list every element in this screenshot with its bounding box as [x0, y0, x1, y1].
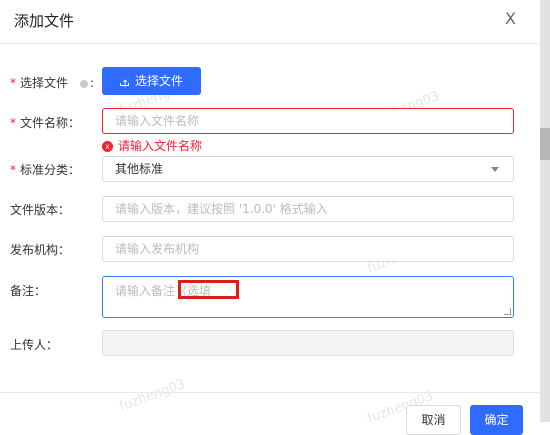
resize-handle[interactable]	[504, 308, 511, 315]
version-label: 文件版本：	[10, 203, 71, 217]
category-select-value: 其他标准	[115, 162, 164, 176]
dialog-header: 添加文件 X	[0, 0, 540, 44]
uploader-label: 上传人：	[10, 338, 59, 352]
file-name-input[interactable]: 请输入文件名称	[102, 108, 514, 134]
file-name-error: x 请输入文件名称	[102, 137, 202, 154]
highlight-annotation	[178, 280, 239, 299]
add-file-dialog: 添加文件 X fuzheng03 fuzheng03 fuzheng03 fuz…	[0, 0, 540, 435]
chevron-down-icon	[491, 167, 499, 172]
category-label-text: 标准分类：	[20, 163, 81, 177]
upload-icon	[119, 71, 129, 99]
dialog-title: 添加文件	[14, 12, 75, 30]
confirm-button[interactable]: 确定	[470, 405, 523, 435]
file-label-text: 选择文件	[20, 76, 69, 90]
background-overlay-edge	[540, 0, 550, 422]
watermark: fuzheng03	[117, 376, 188, 415]
dialog-footer-divider	[0, 392, 540, 393]
category-label: * 标准分类：	[10, 161, 80, 178]
org-input[interactable]: 请输入发布机构	[102, 236, 514, 262]
category-select[interactable]: 其他标准	[102, 156, 514, 182]
name-label-text: 文件名称：	[20, 116, 81, 130]
select-file-button[interactable]: 选择文件	[102, 67, 201, 99]
info-icon	[80, 79, 89, 88]
cancel-button[interactable]: 取消	[406, 405, 461, 435]
version-input[interactable]: 请输入版本，建议按照 '1.0.0' 格式输入	[102, 196, 514, 222]
select-file-button-label: 选择文件	[134, 74, 183, 88]
close-icon[interactable]: X	[505, 9, 516, 28]
background-scroll-indicator	[540, 128, 550, 160]
org-label: 发布机构：	[10, 243, 71, 257]
name-label: * 文件名称：	[10, 114, 80, 131]
required-mark: *	[10, 116, 16, 130]
error-icon: x	[102, 141, 113, 152]
required-mark: *	[10, 163, 16, 177]
file-name-error-text: 请输入文件名称	[118, 139, 203, 153]
remark-textarea[interactable]: 请输入备注（选填	[102, 276, 514, 318]
uploader-field	[102, 330, 514, 356]
required-mark: *	[10, 76, 16, 90]
remark-label: 备注：	[10, 284, 47, 298]
file-label: * 选择文件:	[10, 76, 95, 90]
